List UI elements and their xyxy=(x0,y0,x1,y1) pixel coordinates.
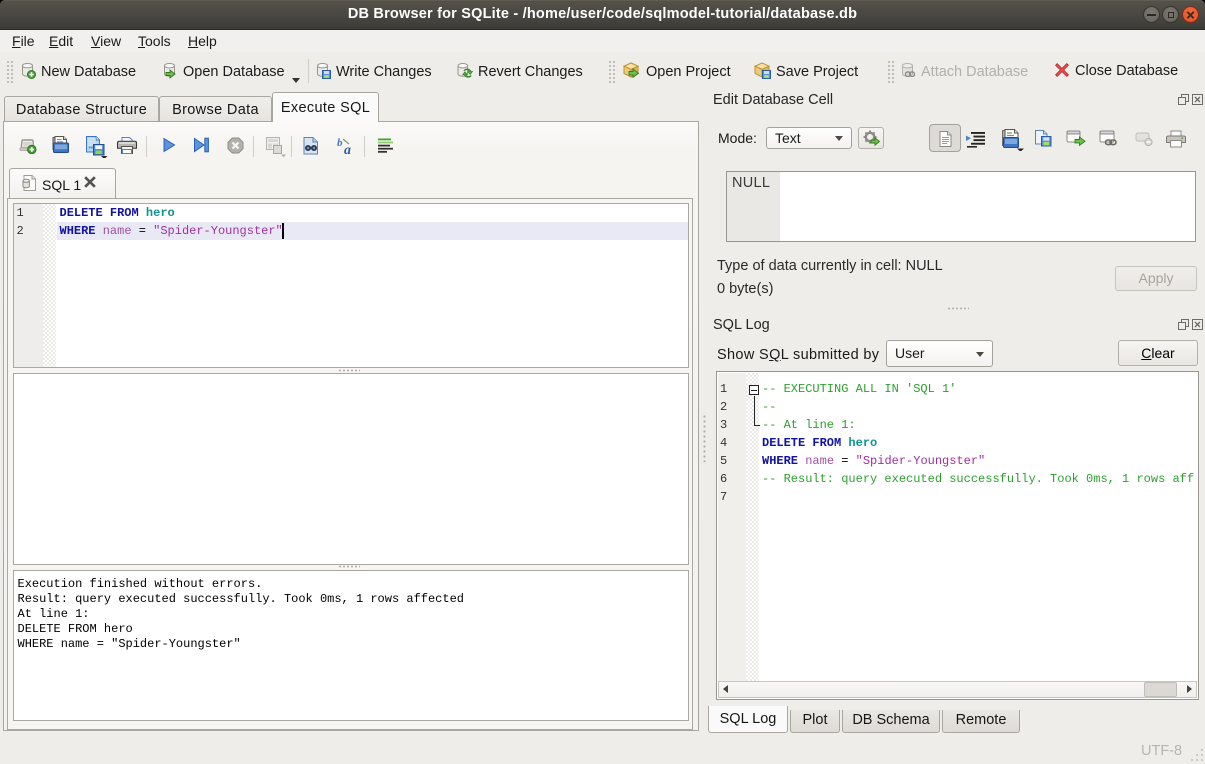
svg-text:b: b xyxy=(337,137,343,149)
svg-text:a: a xyxy=(344,143,351,156)
